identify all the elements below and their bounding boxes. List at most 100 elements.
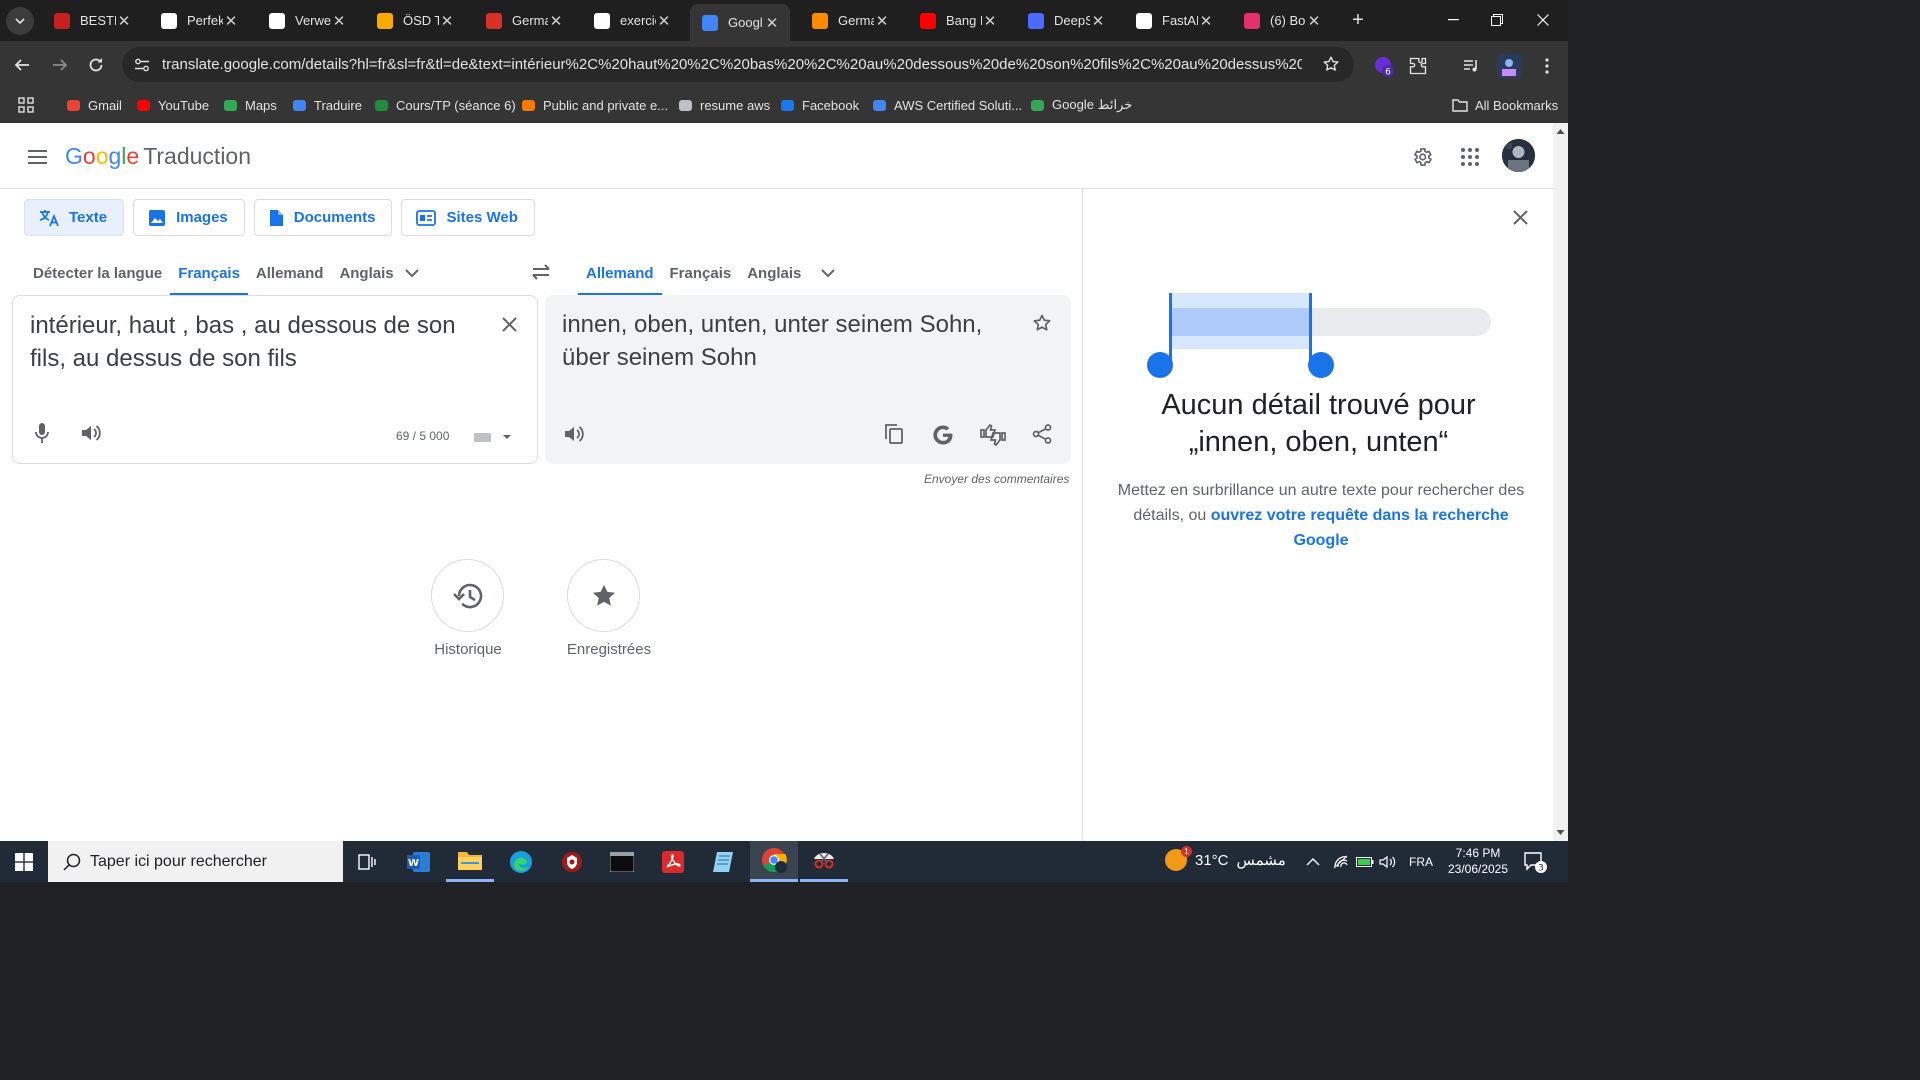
tab-close-icon[interactable]: ✕ bbox=[331, 13, 347, 30]
close-window-button[interactable] bbox=[1520, 0, 1566, 40]
browser-tab[interactable]: Germa ✕ bbox=[800, 5, 900, 36]
rate-translation-button[interactable] bbox=[979, 421, 1007, 449]
browser-tab[interactable]: Googl ✕ bbox=[690, 4, 790, 41]
google-translate-logo[interactable]: Google Traduction bbox=[65, 143, 251, 170]
source-language-tab[interactable]: Allemand bbox=[248, 253, 332, 295]
weather-widget[interactable]: 1 31°C مشمس bbox=[1165, 846, 1286, 871]
tab-search-button[interactable] bbox=[6, 7, 34, 35]
browser-tab[interactable]: exercic✕ bbox=[582, 5, 682, 36]
bookmark-item[interactable]: AWS Certified Soluti... bbox=[871, 94, 1022, 116]
tab-close-icon[interactable]: ✕ bbox=[1198, 13, 1214, 30]
tab-close-icon[interactable]: ✕ bbox=[764, 15, 780, 32]
taskbar-clock[interactable]: 7:46 PM 23/06/2025 bbox=[1440, 845, 1516, 877]
bookmark-item[interactable]: Maps bbox=[222, 94, 277, 116]
target-more-languages-button[interactable] bbox=[814, 259, 842, 287]
bookmark-star-icon[interactable] bbox=[1322, 55, 1340, 73]
mode-tab-texte[interactable]: Texte bbox=[24, 199, 125, 236]
extension-icon[interactable]: 6 bbox=[1372, 54, 1396, 78]
saved-button[interactable] bbox=[567, 559, 640, 632]
tab-close-icon[interactable]: ✕ bbox=[223, 13, 239, 30]
main-menu-icon[interactable] bbox=[24, 144, 50, 170]
taskbar-edge[interactable] bbox=[497, 841, 545, 882]
browser-tab[interactable]: FastAP✕ bbox=[1124, 5, 1224, 36]
mode-tab-sites-web[interactable]: Sites Web bbox=[401, 199, 535, 236]
save-translation-button[interactable] bbox=[1029, 310, 1055, 336]
new-tab-button[interactable]: + bbox=[1347, 9, 1369, 31]
taskbar-file-explorer[interactable] bbox=[446, 841, 494, 882]
profile-avatar[interactable] bbox=[1497, 54, 1521, 78]
volume-icon[interactable] bbox=[1379, 841, 1399, 882]
browser-tab[interactable]: Verwen✕ bbox=[257, 5, 357, 36]
tab-close-icon[interactable]: ✕ bbox=[1306, 13, 1322, 30]
tab-close-icon[interactable]: ✕ bbox=[439, 13, 455, 30]
source-language-tab[interactable]: Anglais bbox=[331, 253, 401, 295]
restore-button[interactable] bbox=[1474, 0, 1520, 40]
send-feedback-link[interactable]: Envoyer des commentaires bbox=[924, 472, 1069, 486]
bookmark-item[interactable]: Gmail bbox=[65, 94, 122, 116]
bookmark-item[interactable]: Cours/TP (séance 6) bbox=[373, 94, 516, 116]
input-language-indicator[interactable]: FRA bbox=[1409, 841, 1433, 882]
extensions-puzzle-icon[interactable] bbox=[1406, 54, 1430, 78]
source-language-tab[interactable]: Détecter la langue bbox=[25, 253, 170, 295]
bookmark-item[interactable]: YouTube bbox=[135, 94, 209, 116]
apps-grid-icon[interactable] bbox=[18, 94, 34, 116]
swap-languages-button[interactable] bbox=[526, 257, 556, 287]
target-language-tab[interactable]: Allemand bbox=[578, 253, 662, 295]
browser-tab[interactable]: (6) Bo ✕ bbox=[1232, 5, 1332, 36]
browser-tab[interactable]: Bang E✕ bbox=[908, 5, 1008, 36]
battery-icon[interactable] bbox=[1356, 841, 1376, 882]
taskbar-terminal[interactable] bbox=[598, 841, 646, 882]
history-button[interactable] bbox=[431, 559, 504, 632]
task-view-button[interactable] bbox=[343, 841, 391, 882]
account-avatar[interactable] bbox=[1502, 139, 1535, 172]
browser-tab[interactable]: Germa ✕ bbox=[474, 5, 574, 36]
listen-source-button[interactable] bbox=[78, 420, 104, 446]
mode-tab-images[interactable]: Images bbox=[133, 199, 245, 236]
source-more-languages-button[interactable] bbox=[398, 259, 426, 287]
mode-tab-documents[interactable]: Documents bbox=[253, 199, 393, 236]
tab-close-icon[interactable]: ✕ bbox=[1090, 13, 1106, 30]
minimize-button[interactable] bbox=[1430, 0, 1476, 40]
share-translation-button[interactable] bbox=[1029, 421, 1055, 447]
forward-button[interactable] bbox=[46, 51, 74, 79]
show-hidden-icons-button[interactable] bbox=[1306, 841, 1326, 882]
tab-close-icon[interactable]: ✕ bbox=[548, 13, 564, 30]
address-bar[interactable]: translate.google.com/details?hl=fr&sl=fr… bbox=[122, 47, 1354, 82]
all-bookmarks[interactable]: All Bookmarks bbox=[1452, 94, 1558, 116]
google-apps-icon[interactable] bbox=[1456, 143, 1484, 171]
back-button[interactable] bbox=[8, 51, 36, 79]
clear-source-button[interactable] bbox=[496, 311, 522, 337]
bookmark-item[interactable]: Public and private e... bbox=[520, 94, 668, 116]
open-in-google-search-link[interactable]: ouvrez votre requête dans la recherche G… bbox=[1211, 507, 1509, 549]
source-textarea[interactable]: intérieur, haut , bas , au dessous de so… bbox=[30, 309, 470, 375]
taskbar-word[interactable]: W bbox=[395, 841, 443, 882]
taskbar-snipping-tool[interactable] bbox=[800, 841, 848, 882]
copy-translation-button[interactable] bbox=[881, 421, 907, 447]
tab-close-icon[interactable]: ✕ bbox=[656, 13, 672, 30]
taskbar-search-box[interactable]: Taper ici pour rechercher bbox=[48, 841, 343, 882]
url-text[interactable]: translate.google.com/details?hl=fr&sl=fr… bbox=[162, 56, 1302, 73]
browser-tab[interactable]: BESTE✕ bbox=[42, 5, 142, 36]
google-search-button[interactable] bbox=[929, 421, 957, 449]
bookmark-item[interactable]: resume aws bbox=[677, 94, 770, 116]
browser-tab[interactable]: DeepS ✕ bbox=[1016, 5, 1116, 36]
input-tools-button[interactable] bbox=[472, 428, 512, 446]
site-info-icon[interactable] bbox=[130, 53, 154, 77]
taskbar-security-app[interactable] bbox=[548, 841, 596, 882]
bookmark-item[interactable]: Google خرائط bbox=[1029, 94, 1132, 116]
notifications-button[interactable]: 3 bbox=[1522, 841, 1552, 882]
source-language-tab[interactable]: Français bbox=[170, 253, 248, 295]
taskbar-chrome[interactable] bbox=[750, 841, 798, 882]
tab-close-icon[interactable]: ✕ bbox=[116, 13, 132, 30]
browser-menu-icon[interactable] bbox=[1535, 54, 1559, 78]
listen-translation-button[interactable] bbox=[561, 421, 587, 447]
taskbar-notes-app[interactable] bbox=[699, 841, 747, 882]
page-scrollbar[interactable] bbox=[1553, 123, 1568, 841]
bookmark-item[interactable]: Facebook bbox=[779, 94, 859, 116]
target-language-tab[interactable]: Anglais bbox=[739, 253, 809, 295]
bookmark-item[interactable]: Traduire bbox=[291, 94, 362, 116]
target-language-tab[interactable]: Français bbox=[662, 253, 740, 295]
voice-input-button[interactable] bbox=[29, 420, 55, 446]
network-icon[interactable] bbox=[1333, 841, 1353, 882]
media-control-icon[interactable] bbox=[1460, 54, 1484, 78]
